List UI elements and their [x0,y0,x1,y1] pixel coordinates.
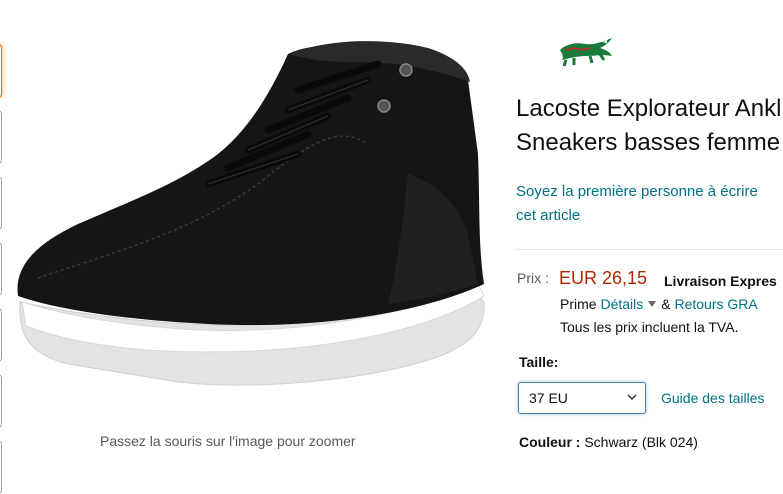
product-main-image[interactable] [8,34,488,404]
size-dropdown[interactable]: 37 EU [518,382,646,414]
color-row: Couleur : Schwarz (Blk 024) [519,434,698,450]
color-label: Couleur : [519,434,581,450]
thumbnail-3[interactable] [0,176,2,230]
express-delivery-label: Livraison Expres [664,273,777,289]
product-title-line-1: Lacoste Explorateur Ankl [516,95,782,122]
product-title: Lacoste Explorateur Ankl Sneakers basses… [516,92,783,160]
size-guide-link[interactable]: Guide des tailles [661,390,765,406]
product-title-line-2: Sneakers basses femme [516,129,781,156]
thumbnail-5[interactable] [0,308,2,362]
free-returns-link[interactable]: Retours GRA [674,296,757,312]
section-divider [514,249,783,250]
prime-label: Prime [560,296,597,312]
vat-note: Tous les prix incluent la TVA. [560,319,739,335]
chevron-down-icon [627,394,637,401]
zoom-hint: Passez la souris sur l'image pour zoomer [100,433,356,449]
thumbnail-4[interactable] [0,242,2,296]
caret-down-icon[interactable] [648,301,657,308]
details-link[interactable]: Détails [600,296,643,312]
thumbnail-2[interactable] [0,110,2,164]
prime-line: Prime Détails & Retours GRA [560,296,758,312]
thumbnail-7[interactable] [0,440,2,494]
price-value: EUR 26,15 [559,268,648,288]
write-review-link[interactable]: Soyez la première personne à écrire cet … [516,180,783,228]
size-selected-value: 37 EU [529,390,568,406]
ampersand-text: & [661,296,671,312]
crocodile-logo-icon[interactable] [556,30,616,70]
price-label: Prix : [517,270,549,286]
thumbnail-6[interactable] [0,374,2,428]
review-link-line-1[interactable]: Soyez la première personne à écrire [516,180,783,204]
thumbnail-1[interactable] [0,44,2,98]
color-value: Schwarz (Blk 024) [584,434,698,450]
review-link-line-2[interactable]: cet article [516,204,783,228]
size-label: Taille: [519,354,559,370]
